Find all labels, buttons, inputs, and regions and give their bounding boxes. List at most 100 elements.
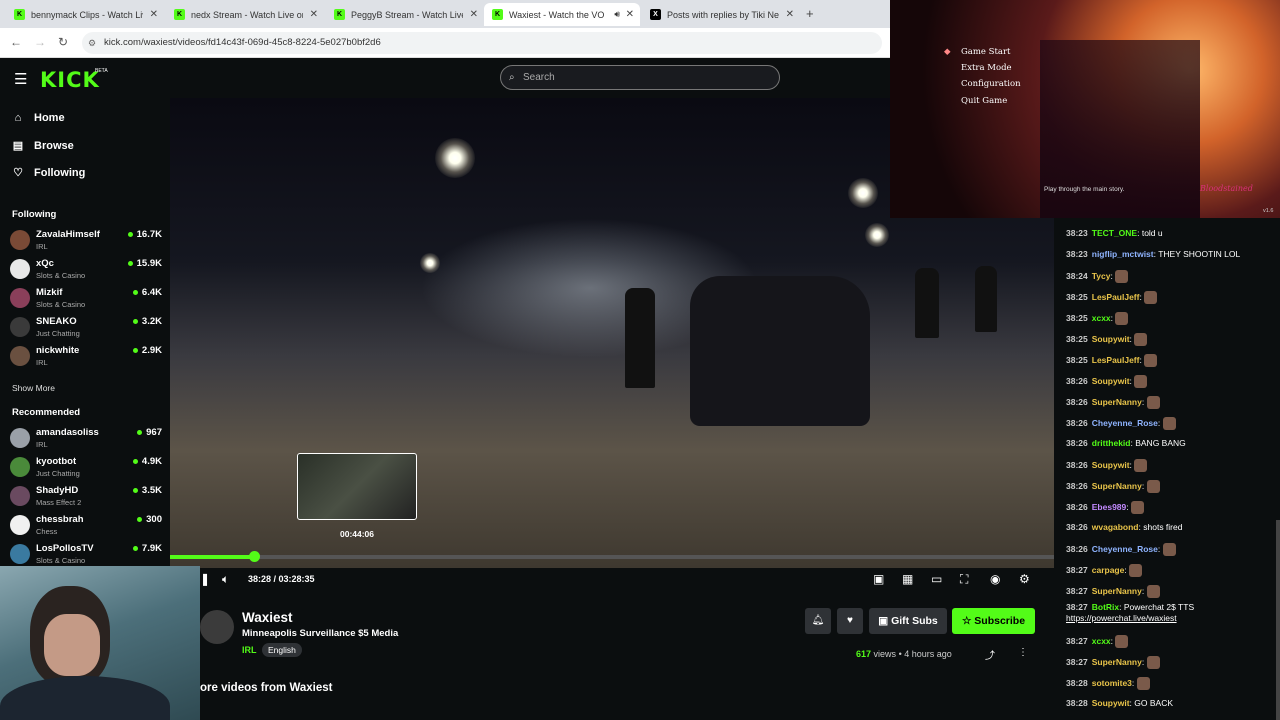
- speed-icon[interactable]: ◉: [990, 572, 1000, 586]
- game-menu-item: Quit Game: [961, 96, 1008, 106]
- clip-icon[interactable]: ▦: [902, 572, 913, 586]
- bell-icon: 🔔︎: [811, 615, 825, 626]
- chat-username[interactable]: Soupywit: [1092, 334, 1130, 344]
- channel-item[interactable]: Mizkif Slots & Casino 6.4K: [10, 284, 162, 312]
- browser-tab-active[interactable]: K Waxiest - Watch the VOD o 🔊︎ ✕: [484, 3, 640, 26]
- video-stats: 617 views • 4 hours ago: [856, 649, 952, 659]
- more-options-icon[interactable]: ⋮: [1018, 647, 1028, 658]
- street-lamp: [435, 138, 475, 178]
- sidebar: ⌂ Home ▤ Browse ♡ Following Following Za…: [0, 98, 170, 568]
- chat-username[interactable]: LesPaulJeff: [1092, 292, 1140, 302]
- close-tab-icon[interactable]: ✕: [310, 9, 318, 20]
- chat-username[interactable]: nigflip_mctwist: [1092, 249, 1154, 259]
- street-lamp: [865, 223, 889, 247]
- kick-logo[interactable]: KICK: [40, 68, 100, 92]
- show-more-link[interactable]: Show More: [12, 383, 55, 393]
- avatar: [10, 317, 30, 337]
- channel-item[interactable]: xQc Slots & Casino 15.9K: [10, 255, 162, 283]
- sidebar-item-home[interactable]: ⌂ Home: [12, 112, 65, 124]
- chat-message: 38:26 Soupywit:: [1066, 459, 1276, 472]
- new-tab-icon[interactable]: +: [806, 6, 814, 21]
- chat-username[interactable]: sotomite3: [1092, 678, 1132, 688]
- chat-username[interactable]: Cheyenne_Rose: [1092, 418, 1158, 428]
- chat-emote-icon: [1130, 501, 1144, 514]
- category-link[interactable]: IRL: [242, 645, 257, 655]
- chat-username[interactable]: SuperNanny: [1092, 657, 1142, 667]
- chat-username[interactable]: TECT_ONE: [1092, 228, 1137, 238]
- hamburger-menu-icon[interactable]: ☰: [14, 70, 27, 88]
- chat-message: 38:26 dritthekid: BANG BANG: [1066, 438, 1276, 449]
- progress-knob[interactable]: [248, 551, 260, 562]
- chat-scrollbar[interactable]: [1276, 520, 1280, 720]
- url-field[interactable]: ⚙ kick.com/waxiest/videos/fd14c43f-069d-…: [82, 32, 882, 54]
- browser-tab[interactable]: K bennymack Clips - Watch Live o ✕: [6, 3, 164, 26]
- site-info-icon[interactable]: ⚙: [88, 32, 96, 54]
- speaker-icon[interactable]: 🔊︎: [614, 9, 620, 20]
- browser-tab[interactable]: X Posts with replies by Tiki NedX ✕: [642, 3, 800, 26]
- chat-username[interactable]: BotRix: [1092, 602, 1119, 612]
- gift-subs-button[interactable]: ▣ Gift Subs: [869, 608, 947, 634]
- video-progress-bar[interactable]: [170, 551, 1054, 562]
- channel-item[interactable]: SNEAKO Just Chatting 3.2K: [10, 313, 162, 341]
- avatar: [10, 515, 30, 535]
- sidebar-item-following[interactable]: ♡ Following: [12, 166, 85, 180]
- channel-avatar[interactable]: [200, 610, 234, 644]
- close-tab-icon[interactable]: ✕: [150, 9, 158, 20]
- language-tag[interactable]: English: [262, 643, 302, 657]
- reload-icon[interactable]: ↻: [58, 35, 68, 49]
- chat-username[interactable]: SuperNanny: [1092, 586, 1142, 596]
- chat-username[interactable]: Soupywit: [1092, 698, 1130, 708]
- chat-emote-icon: [1136, 677, 1150, 690]
- volume-icon[interactable]: 🔈︎: [222, 572, 229, 587]
- chat-timestamp: 38:27: [1066, 564, 1088, 575]
- close-tab-icon[interactable]: ✕: [626, 9, 634, 20]
- chat-username[interactable]: xcxx: [1092, 636, 1111, 646]
- chat-emote-icon: [1146, 396, 1160, 409]
- chat-timestamp: 38:27: [1066, 656, 1088, 667]
- fullscreen-icon[interactable]: ⛶: [960, 572, 968, 587]
- avatar: [10, 486, 30, 506]
- search-input[interactable]: ⌕ Search: [500, 65, 780, 90]
- chat-username[interactable]: wvagabond: [1092, 522, 1139, 532]
- browser-tab[interactable]: K PeggyB Stream - Watch Live on ✕: [326, 3, 484, 26]
- chat-username[interactable]: Tycy: [1092, 271, 1111, 281]
- chat-text: BANG BANG: [1135, 438, 1186, 448]
- browser-tab[interactable]: K nedx Stream - Watch Live on Ki ✕: [166, 3, 324, 26]
- channel-item[interactable]: ShadyHD Mass Effect 2 3.5K: [10, 482, 162, 510]
- progress-fill: [170, 555, 254, 559]
- settings-icon[interactable]: ⚙: [1019, 572, 1030, 586]
- close-tab-icon[interactable]: ✕: [786, 9, 794, 20]
- channel-item[interactable]: chessbrah Chess 300: [10, 511, 162, 539]
- chat-username[interactable]: dritthekid: [1092, 438, 1131, 448]
- chat-username[interactable]: LesPaulJeff: [1092, 355, 1140, 365]
- chat-username[interactable]: SuperNanny: [1092, 481, 1142, 491]
- subscribe-button[interactable]: ☆ Subscribe: [952, 608, 1035, 634]
- chat-link[interactable]: https://powerchat.live/waxiest: [1066, 613, 1177, 623]
- chat-username[interactable]: Soupywit: [1092, 460, 1130, 470]
- theater-icon[interactable]: ▭: [931, 572, 942, 586]
- play-pause-icon[interactable]: ❚: [200, 572, 210, 586]
- share-icon[interactable]: ⤴: [985, 647, 995, 662]
- chat-timestamp: 38:26: [1066, 417, 1088, 428]
- x-favicon-icon: X: [650, 9, 661, 20]
- mini-player-icon[interactable]: ▣: [873, 572, 884, 586]
- chat-username[interactable]: Cheyenne_Rose: [1092, 544, 1158, 554]
- forward-icon[interactable]: →: [34, 35, 46, 49]
- chat-username[interactable]: Soupywit: [1092, 376, 1130, 386]
- close-tab-icon[interactable]: ✕: [470, 9, 478, 20]
- chat-username[interactable]: Ebes989: [1092, 502, 1127, 512]
- back-icon[interactable]: ←: [10, 35, 22, 49]
- channel-name[interactable]: Waxiest: [242, 610, 293, 625]
- chat-username[interactable]: carpage: [1092, 565, 1125, 575]
- channel-item[interactable]: kyootbot Just Chatting 4.9K: [10, 453, 162, 481]
- sidebar-item-browse[interactable]: ▤ Browse: [12, 139, 74, 153]
- seek-preview-time: 00:44:06: [339, 529, 375, 539]
- channel-item[interactable]: nickwhite IRL 2.9K: [10, 342, 162, 370]
- chat-username[interactable]: xcxx: [1092, 313, 1111, 323]
- channel-item[interactable]: amandasoliss IRL 967: [10, 424, 162, 452]
- channel-item[interactable]: ZavalaHimself IRL 16.7K: [10, 226, 162, 254]
- chat-username[interactable]: SuperNanny: [1092, 397, 1142, 407]
- follow-heart-button[interactable]: ♥: [837, 608, 863, 634]
- notification-bell-button[interactable]: 🔔︎: [805, 608, 831, 634]
- channel-item[interactable]: LosPollosTV Slots & Casino 7.9K: [10, 540, 162, 568]
